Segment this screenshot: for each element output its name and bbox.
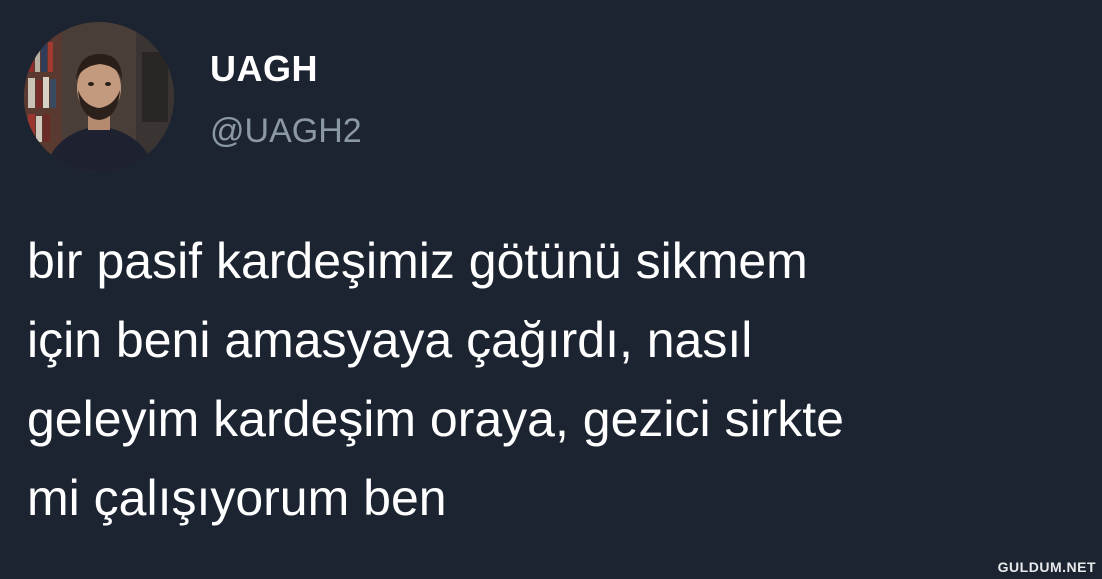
display-name[interactable]: UAGH — [210, 48, 318, 90]
watermark: GULDUM.NET — [997, 559, 1096, 575]
tweet-card: UAGH @UAGH2 bir pasif kardeşimiz götünü … — [0, 0, 1102, 579]
profile-photo-icon — [24, 22, 174, 172]
tweet-text-line: bir pasif kardeşimiz götünü sikmem — [27, 233, 808, 289]
tweet-text-line: geleyim kardeşim oraya, gezici sirkte — [27, 391, 844, 447]
user-handle[interactable]: @UAGH2 — [210, 112, 362, 151]
tweet-text-line: mi çalışıyorum ben — [27, 470, 447, 526]
avatar[interactable] — [24, 22, 174, 172]
tweet-text: bir pasif kardeşimiz götünü sikmem için … — [27, 222, 1087, 538]
tweet-text-line: için beni amasyaya çağırdı, nasıl — [27, 312, 753, 368]
